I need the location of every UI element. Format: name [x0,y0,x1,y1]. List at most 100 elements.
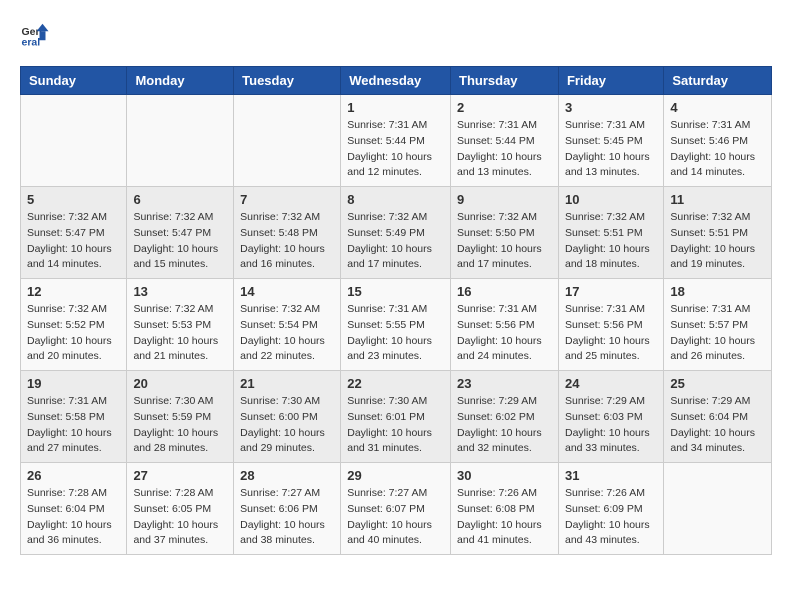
calendar-cell: 4Sunrise: 7:31 AM Sunset: 5:46 PM Daylig… [664,95,772,187]
day-info: Sunrise: 7:31 AM Sunset: 5:45 PM Dayligh… [565,118,657,181]
day-info: Sunrise: 7:32 AM Sunset: 5:51 PM Dayligh… [670,210,765,273]
calendar-cell [21,95,127,187]
logo: Gen eral [20,20,54,50]
calendar-week-4: 19 Sunrise: 7:31 AM Sunset: 5:58 PM Dayli… [21,371,772,463]
calendar-table: SundayMondayTuesdayWednesdayThursdayFrid… [20,66,772,555]
day-number: 12 [27,284,120,299]
day-number: 30 [457,468,552,483]
day-number: 2 [457,100,552,115]
calendar-header-wednesday: Wednesday [341,67,451,95]
calendar-cell: 12 Sunrise: 7:32 AM Sunset: 5:52 PM Dayli… [21,279,127,371]
day-info: Sunrise: 7:31 AM Sunset: 5:44 PM Dayligh… [347,118,444,181]
calendar-cell: 15 Sunrise: 7:31 AM Sunset: 5:55 PM Dayli… [341,279,451,371]
calendar-cell: 19 Sunrise: 7:31 AM Sunset: 5:58 PM Dayli… [21,371,127,463]
day-info: Sunrise: 7:32 AM Sunset: 5:53 PM Dayligh… [133,302,227,365]
day-number: 1 [347,100,444,115]
day-number: 13 [133,284,227,299]
calendar-week-3: 12 Sunrise: 7:32 AM Sunset: 5:52 PM Dayli… [21,279,772,371]
calendar-cell: 17 Sunrise: 7:31 AM Sunset: 5:56 PM Dayli… [558,279,663,371]
calendar-header-saturday: Saturday [664,67,772,95]
calendar-cell: 29 Sunrise: 7:27 AM Sunset: 6:07 PM Dayli… [341,463,451,555]
day-number: 17 [565,284,657,299]
calendar-cell: 25 Sunrise: 7:29 AM Sunset: 6:04 PM Dayli… [664,371,772,463]
calendar-cell: 5 Sunrise: 7:32 AM Sunset: 5:47 PM Daylig… [21,187,127,279]
calendar-week-2: 5 Sunrise: 7:32 AM Sunset: 5:47 PM Daylig… [21,187,772,279]
day-info: Sunrise: 7:31 AM Sunset: 5:58 PM Dayligh… [27,394,120,457]
calendar-header-friday: Friday [558,67,663,95]
day-number: 18 [670,284,765,299]
calendar-cell: 20Sunrise: 7:30 AM Sunset: 5:59 PM Dayli… [127,371,234,463]
day-info: Sunrise: 7:32 AM Sunset: 5:52 PM Dayligh… [27,302,120,365]
day-info: Sunrise: 7:32 AM Sunset: 5:47 PM Dayligh… [27,210,120,273]
day-number: 29 [347,468,444,483]
calendar-cell: 7 Sunrise: 7:32 AM Sunset: 5:48 PM Daylig… [234,187,341,279]
day-number: 8 [347,192,444,207]
day-number: 20 [133,376,227,391]
day-number: 5 [27,192,120,207]
calendar-cell [234,95,341,187]
day-number: 4 [670,100,765,115]
day-number: 19 [27,376,120,391]
day-number: 31 [565,468,657,483]
day-number: 15 [347,284,444,299]
calendar-week-5: 26 Sunrise: 7:28 AM Sunset: 6:04 PM Dayli… [21,463,772,555]
calendar-header-sunday: Sunday [21,67,127,95]
day-number: 11 [670,192,765,207]
calendar-week-1: 1 Sunrise: 7:31 AM Sunset: 5:44 PM Daylig… [21,95,772,187]
day-info: Sunrise: 7:29 AM Sunset: 6:04 PM Dayligh… [670,394,765,457]
day-info: Sunrise: 7:30 AM Sunset: 6:00 PM Dayligh… [240,394,334,457]
logo-icon: Gen eral [20,20,50,50]
day-info: Sunrise: 7:32 AM Sunset: 5:48 PM Dayligh… [240,210,334,273]
calendar-cell: 13 Sunrise: 7:32 AM Sunset: 5:53 PM Dayli… [127,279,234,371]
calendar-cell: 22 Sunrise: 7:30 AM Sunset: 6:01 PM Dayli… [341,371,451,463]
day-number: 22 [347,376,444,391]
day-number: 7 [240,192,334,207]
day-info: Sunrise: 7:26 AM Sunset: 6:08 PM Dayligh… [457,486,552,549]
calendar-cell: 26 Sunrise: 7:28 AM Sunset: 6:04 PM Dayli… [21,463,127,555]
day-info: Sunrise: 7:32 AM Sunset: 5:50 PM Dayligh… [457,210,552,273]
day-info: Sunrise: 7:32 AM Sunset: 5:51 PM Dayligh… [565,210,657,273]
calendar-header-tuesday: Tuesday [234,67,341,95]
day-number: 28 [240,468,334,483]
calendar-cell: 27 Sunrise: 7:28 AM Sunset: 6:05 PM Dayli… [127,463,234,555]
calendar-cell: 30 Sunrise: 7:26 AM Sunset: 6:08 PM Dayli… [451,463,559,555]
calendar-cell: 31 Sunrise: 7:26 AM Sunset: 6:09 PM Dayli… [558,463,663,555]
day-number: 25 [670,376,765,391]
calendar-cell: 14 Sunrise: 7:32 AM Sunset: 5:54 PM Dayli… [234,279,341,371]
day-info: Sunrise: 7:28 AM Sunset: 6:04 PM Dayligh… [27,486,120,549]
calendar-cell: 23Sunrise: 7:29 AM Sunset: 6:02 PM Dayli… [451,371,559,463]
day-info: Sunrise: 7:28 AM Sunset: 6:05 PM Dayligh… [133,486,227,549]
calendar-cell: 8 Sunrise: 7:32 AM Sunset: 5:49 PM Daylig… [341,187,451,279]
calendar-cell: 6Sunrise: 7:32 AM Sunset: 5:47 PM Daylig… [127,187,234,279]
calendar-cell: 16 Sunrise: 7:31 AM Sunset: 5:56 PM Dayli… [451,279,559,371]
calendar-header-row: SundayMondayTuesdayWednesdayThursdayFrid… [21,67,772,95]
day-number: 6 [133,192,227,207]
calendar-cell: 24Sunrise: 7:29 AM Sunset: 6:03 PM Dayli… [558,371,663,463]
day-number: 14 [240,284,334,299]
day-info: Sunrise: 7:31 AM Sunset: 5:57 PM Dayligh… [670,302,765,365]
day-info: Sunrise: 7:32 AM Sunset: 5:49 PM Dayligh… [347,210,444,273]
day-number: 16 [457,284,552,299]
day-number: 27 [133,468,227,483]
svg-text:eral: eral [22,37,41,49]
day-info: Sunrise: 7:31 AM Sunset: 5:56 PM Dayligh… [457,302,552,365]
day-info: Sunrise: 7:26 AM Sunset: 6:09 PM Dayligh… [565,486,657,549]
day-number: 26 [27,468,120,483]
day-number: 10 [565,192,657,207]
day-number: 21 [240,376,334,391]
calendar-cell: 11 Sunrise: 7:32 AM Sunset: 5:51 PM Dayli… [664,187,772,279]
day-info: Sunrise: 7:30 AM Sunset: 6:01 PM Dayligh… [347,394,444,457]
day-info: Sunrise: 7:29 AM Sunset: 6:03 PM Dayligh… [565,394,657,457]
day-info: Sunrise: 7:32 AM Sunset: 5:54 PM Dayligh… [240,302,334,365]
calendar-body: 1 Sunrise: 7:31 AM Sunset: 5:44 PM Daylig… [21,95,772,555]
day-info: Sunrise: 7:31 AM Sunset: 5:44 PM Dayligh… [457,118,552,181]
calendar-cell: 28 Sunrise: 7:27 AM Sunset: 6:06 PM Dayli… [234,463,341,555]
calendar-header-thursday: Thursday [451,67,559,95]
day-number: 9 [457,192,552,207]
day-number: 3 [565,100,657,115]
day-info: Sunrise: 7:27 AM Sunset: 6:07 PM Dayligh… [347,486,444,549]
day-number: 23 [457,376,552,391]
day-info: Sunrise: 7:31 AM Sunset: 5:56 PM Dayligh… [565,302,657,365]
day-info: Sunrise: 7:27 AM Sunset: 6:06 PM Dayligh… [240,486,334,549]
day-info: Sunrise: 7:31 AM Sunset: 5:55 PM Dayligh… [347,302,444,365]
